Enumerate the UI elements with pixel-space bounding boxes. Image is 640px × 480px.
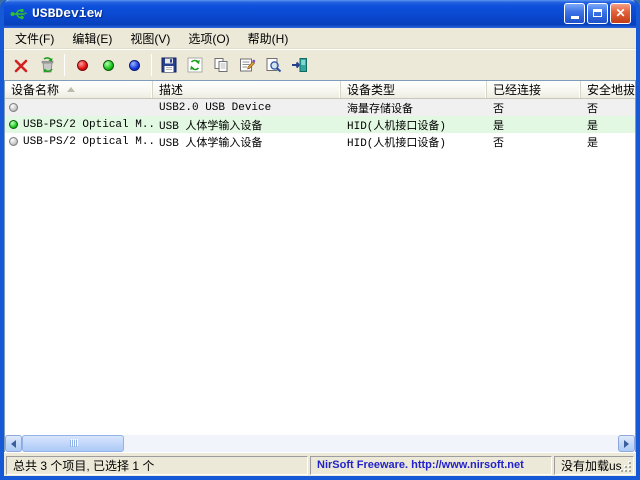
device-safe-remove: 否 — [587, 103, 598, 116]
menu-edit[interactable]: 编辑(E) — [63, 28, 121, 49]
close-icon: ✕ — [615, 6, 626, 20]
list-empty-area — [5, 150, 635, 435]
refresh-icon — [187, 57, 203, 73]
minimize-icon — [570, 16, 579, 19]
copy-button[interactable] — [209, 53, 233, 77]
chevron-right-icon — [624, 439, 629, 448]
properties-button[interactable] — [235, 53, 259, 77]
gray-ball-icon — [9, 137, 18, 146]
save-floppy-icon — [161, 57, 177, 73]
device-description: USB 人体学输入设备 — [159, 137, 263, 150]
titlebar: USBDeview ✕ — [4, 0, 636, 28]
green-dot-button[interactable] — [96, 53, 120, 77]
menubar: 文件(F) 编辑(E) 视图(V) 选项(O) 帮助(H) — [4, 28, 636, 49]
table-row[interactable]: USB2.0 USB Device 海量存储设备 否 否 — [5, 99, 635, 116]
device-type: HID(人机接口设备) — [347, 137, 447, 150]
nirsoft-link[interactable]: NirSoft Freeware. http://www.nirsoft.net — [310, 455, 552, 475]
uninstall-button[interactable] — [35, 53, 59, 77]
menu-options[interactable]: 选项(O) — [179, 28, 238, 49]
save-button[interactable] — [157, 53, 181, 77]
delete-red-x-icon — [14, 59, 27, 72]
column-header-connected[interactable]: 已经连接 — [487, 81, 581, 98]
minimize-button[interactable] — [564, 2, 585, 24]
find-button[interactable] — [261, 53, 285, 77]
column-header-description[interactable]: 描述 — [153, 81, 341, 98]
red-dot-button[interactable] — [70, 53, 94, 77]
menu-view[interactable]: 视图(V) — [121, 28, 179, 49]
horizontal-scrollbar — [4, 435, 636, 452]
exit-door-icon — [291, 58, 307, 72]
scrollbar-track[interactable] — [124, 435, 618, 452]
device-safe-remove: 是 — [587, 137, 598, 150]
green-ball-icon — [9, 120, 18, 129]
exit-button[interactable] — [287, 53, 311, 77]
red-ball-icon — [76, 59, 88, 71]
sort-ascending-icon — [67, 87, 76, 92]
column-header-safe-remove[interactable]: 安全地拔 — [581, 81, 635, 98]
list-header: 设备名称 描述 设备类型 已经连接 安全地拔 — [5, 81, 635, 99]
device-connected: 否 — [493, 103, 504, 116]
toolbar-separator — [64, 54, 65, 76]
chevron-left-icon — [11, 439, 16, 448]
gray-ball-icon — [9, 103, 18, 112]
blue-dot-button[interactable] — [122, 53, 146, 77]
scroll-left-button[interactable] — [5, 435, 22, 452]
maximize-button[interactable] — [587, 2, 608, 24]
find-icon — [266, 58, 281, 73]
maximize-icon — [593, 9, 602, 17]
device-description: USB 人体学输入设备 — [159, 120, 263, 133]
scrollbar-thumb[interactable] — [22, 435, 124, 452]
device-connected: 否 — [493, 137, 504, 150]
toolbar-separator — [151, 54, 152, 76]
scroll-right-button[interactable] — [618, 435, 635, 452]
green-ball-icon — [102, 59, 114, 71]
usbdeview-window: USBDeview ✕ 文件(F) 编辑(E) 视图(V) 选项(O) 帮助(H… — [0, 0, 640, 480]
device-safe-remove: 是 — [587, 120, 598, 133]
window-title: USBDeview — [32, 5, 103, 21]
copy-icon — [214, 58, 228, 72]
table-row[interactable]: USB-PS/2 Optical M... USB 人体学输入设备 HID(人机… — [5, 133, 635, 150]
usb-icon — [10, 5, 28, 21]
table-row[interactable]: USB-PS/2 Optical M... USB 人体学输入设备 HID(人机… — [5, 116, 635, 133]
toolbar — [4, 49, 636, 80]
delete-button[interactable] — [9, 53, 33, 77]
refresh-button[interactable] — [183, 53, 207, 77]
device-type: HID(人机接口设备) — [347, 120, 447, 133]
uninstall-trash-recycle-icon — [41, 56, 53, 72]
device-type: 海量存储设备 — [347, 103, 413, 116]
device-list: 设备名称 描述 设备类型 已经连接 安全地拔 USB2.0 USB Device… — [4, 80, 636, 435]
resize-grip[interactable] — [620, 461, 632, 473]
properties-icon — [239, 58, 255, 72]
status-item-count: 总共 3 个项目, 已选择 1 个 — [6, 455, 308, 475]
column-header-device-type[interactable]: 设备类型 — [341, 81, 487, 98]
device-description: USB2.0 USB Device — [159, 101, 272, 114]
menu-help[interactable]: 帮助(H) — [239, 28, 298, 49]
status-usbids: 没有加载us — [554, 455, 634, 475]
statusbar: 总共 3 个项目, 已选择 1 个 NirSoft Freeware. http… — [4, 452, 636, 476]
device-connected: 是 — [493, 120, 504, 133]
device-name: USB-PS/2 Optical M... — [23, 135, 153, 148]
column-header-device-name[interactable]: 设备名称 — [5, 81, 153, 98]
close-button[interactable]: ✕ — [610, 2, 631, 24]
device-name: USB-PS/2 Optical M... — [23, 118, 153, 131]
blue-ball-icon — [128, 59, 140, 71]
menu-file[interactable]: 文件(F) — [6, 28, 63, 49]
